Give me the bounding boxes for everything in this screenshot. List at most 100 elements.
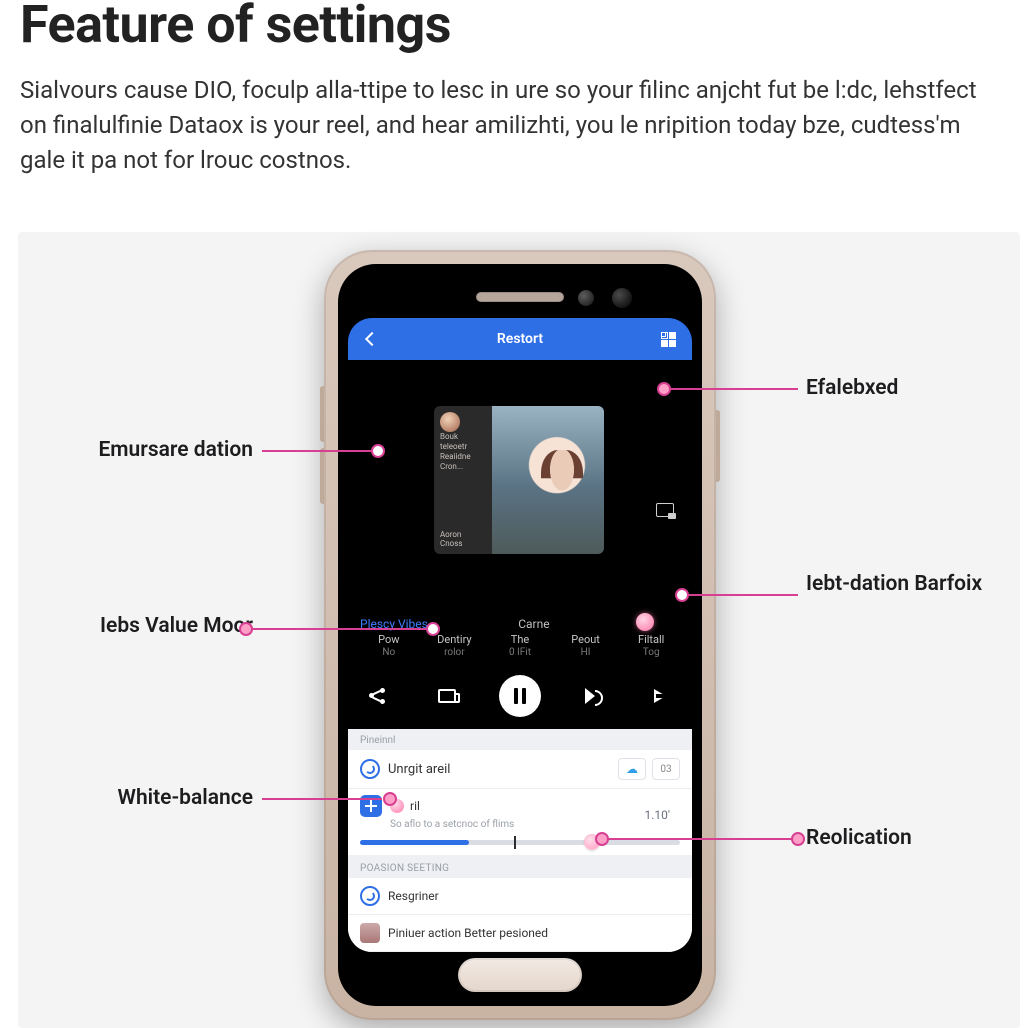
grid-button[interactable] [654, 325, 682, 353]
annotation-efalebxed: Efalebxed [806, 376, 898, 400]
setting-row-1[interactable]: Unrgit areil ☁ 03 [348, 750, 692, 789]
next-icon [585, 688, 603, 704]
play-pause-button[interactable] [499, 675, 541, 717]
leader-line [602, 838, 798, 840]
leader-node [595, 832, 609, 846]
phone-bezel: Restort Bouk teleoetr [338, 264, 702, 1006]
pause-bar-icon [514, 688, 518, 704]
setting-row-1-title: Unrgit areil [388, 762, 450, 777]
leader-node [675, 588, 689, 602]
pip-icon[interactable] [656, 503, 674, 517]
panel-caption: Pineinnl [348, 729, 692, 750]
tabs-center-label: Carne [518, 617, 549, 631]
leader-node [657, 382, 671, 396]
share-button[interactable] [360, 679, 394, 713]
tab-col-3-t2: HI [553, 647, 619, 659]
leader-node [426, 622, 440, 636]
tab-col-3[interactable]: Peout HI [553, 633, 619, 659]
album-info: Bouk teleoetr Reaiidne Cron... Aoron Cno… [434, 406, 492, 554]
chevron-left-icon [365, 332, 379, 346]
leader-line [262, 798, 382, 800]
avatar-icon [360, 923, 380, 943]
leader-line [262, 450, 372, 452]
home-button[interactable] [458, 958, 582, 992]
setting-row-3-title: Piniuer action Better pesioned [388, 926, 548, 940]
tab-col-0-t1: Pow [356, 633, 422, 647]
tab-col-4-t2: Tog [618, 647, 684, 659]
annotation-reolication: Reolication [806, 826, 912, 850]
cast-button[interactable] [430, 679, 464, 713]
page-description: Sialvours cause DIO, foculp alla-ttipe t… [0, 55, 1024, 197]
tab-col-1[interactable]: Dentiry rolor [422, 633, 488, 659]
tab-col-4-t1: Filtall [618, 633, 684, 647]
refresh-icon [360, 886, 380, 906]
next-button[interactable] [577, 679, 611, 713]
power-key[interactable] [716, 410, 720, 482]
slider-fill [360, 840, 469, 845]
grid-icon [661, 332, 675, 346]
annotation-emursare: Emursare dation [18, 438, 253, 462]
leader-node [371, 444, 385, 458]
tab-columns: Pow No Dentiry rolor The 0 IFit Peout [348, 631, 692, 667]
progress-slider[interactable] [360, 840, 680, 845]
annotation-white-balance: White-balance [18, 786, 253, 810]
sub-title-text: ril [410, 799, 420, 813]
album-bottom2: Cnoss [440, 539, 486, 548]
media-controls [348, 667, 692, 729]
album-card[interactable]: Bouk teleoetr Reaiidne Cron... Aoron Cno… [434, 406, 604, 554]
annotation-iebs-value: Iebs Value Moor [18, 614, 253, 638]
tab-col-0[interactable]: Pow No [356, 633, 422, 659]
send-icon [654, 689, 672, 703]
front-camera [612, 288, 632, 308]
volume-down-key[interactable] [320, 448, 324, 504]
leader-line [246, 628, 426, 630]
phone-frame: Restort Bouk teleoetr [324, 250, 716, 1020]
album-line2: Reaiidne Cron... [440, 452, 486, 472]
sensor-dot [578, 290, 594, 306]
header-title: Restort [497, 331, 543, 347]
tab-col-2-t1: The [487, 633, 553, 647]
send-button[interactable] [646, 679, 680, 713]
video-area[interactable]: Bouk teleoetr Reaiidne Cron... Aoron Cno… [348, 360, 692, 611]
annotation-iebt-dation: Iebt-dation Barfoix [806, 572, 982, 596]
artist-avatar [440, 412, 460, 432]
sub-desc: So aflo to a setcnoc of flims [360, 819, 680, 830]
share-icon [369, 688, 385, 704]
settings-panel: Pineinnl Unrgit areil ☁ 03 [348, 729, 692, 952]
product-area: Restort Bouk teleoetr [18, 232, 1020, 1028]
slider-marker [514, 836, 516, 849]
back-button[interactable] [358, 325, 386, 353]
volume-up-key[interactable] [320, 386, 324, 442]
badge-chip[interactable]: 03 [652, 758, 680, 780]
screen: Restort Bouk teleoetr [348, 318, 692, 952]
setting-row-2-title: Resgriner [388, 889, 439, 903]
album-art [492, 406, 604, 554]
cast-icon [438, 689, 456, 703]
tab-col-2[interactable]: The 0 IFit [487, 633, 553, 659]
tab-col-3-t1: Peout [553, 633, 619, 647]
leader-line [682, 594, 798, 596]
leader-node [383, 792, 397, 806]
tab-col-0-t2: No [356, 647, 422, 659]
speaker-grille [476, 292, 564, 302]
setting-sub: ril So aflo to a setcnoc of flims 1.10' [348, 789, 692, 832]
notification-dot[interactable] [636, 613, 654, 631]
tab-col-1-t2: rolor [422, 647, 488, 659]
leader-node [239, 622, 253, 636]
album-bottom1: Aoron [440, 530, 486, 539]
section-title: POASION SEETING [348, 855, 692, 878]
pause-bar-icon [522, 688, 526, 704]
slider-row [348, 832, 692, 855]
setting-row-3[interactable]: Piniuer action Better pesioned [348, 915, 692, 952]
leader-line [664, 388, 798, 390]
page-title: Feature of settings [0, 0, 1024, 55]
refresh-icon [360, 759, 380, 779]
leader-node [791, 832, 805, 846]
tab-col-2-t2: 0 IFit [487, 647, 553, 659]
cloud-chip[interactable]: ☁ [618, 758, 646, 780]
setting-row-2[interactable]: Resgriner [348, 878, 692, 915]
tab-col-4[interactable]: Filtall Tog [618, 633, 684, 659]
album-line1: Bouk teleoetr [440, 432, 486, 452]
app-header: Restort [348, 318, 692, 360]
badge-value: 03 [660, 764, 671, 775]
